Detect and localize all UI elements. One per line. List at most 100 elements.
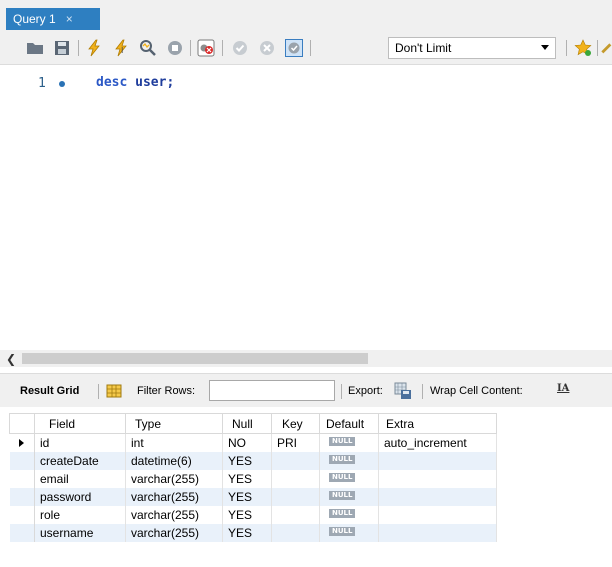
results-toolbar: Result Grid Filter Rows: Export: Wrap Ce… — [0, 373, 612, 407]
cell-null[interactable]: YES — [222, 505, 272, 524]
cell-field[interactable]: role — [34, 505, 126, 524]
cell-field[interactable]: createDate — [34, 451, 126, 470]
tab-strip: Query 1 × — [0, 0, 612, 30]
null-badge: NULL — [329, 472, 356, 482]
scrollbar-thumb[interactable] — [22, 353, 368, 364]
cell-type[interactable]: varchar(255) — [125, 523, 223, 542]
cell-extra[interactable] — [378, 451, 497, 470]
column-header-type[interactable]: Type — [125, 413, 223, 434]
cell-default[interactable]: NULL — [319, 469, 379, 488]
wrap-cell-label: Wrap Cell Content: — [430, 385, 523, 397]
cell-default[interactable]: NULL — [319, 505, 379, 524]
add-snippet-star-icon[interactable] — [573, 38, 593, 58]
cell-extra[interactable] — [378, 523, 497, 542]
table-row[interactable]: id int NO PRI NULL auto_increment — [9, 433, 497, 452]
column-header-key[interactable]: Key — [271, 413, 320, 434]
column-header-field[interactable]: Field — [34, 413, 126, 434]
row-selector[interactable] — [9, 523, 35, 542]
toolbar-separator — [341, 384, 342, 399]
autocommit-icon[interactable] — [284, 38, 304, 58]
sql-keyword: desc — [96, 75, 128, 90]
column-header-extra[interactable]: Extra — [378, 413, 497, 434]
cell-default[interactable]: NULL — [319, 523, 379, 542]
result-grid-tab[interactable]: Result Grid — [20, 385, 79, 397]
sql-code-line[interactable]: desc user; — [96, 75, 174, 90]
tab-close-icon[interactable]: × — [66, 12, 73, 26]
wrap-text-icon[interactable]: IA — [557, 383, 571, 399]
svg-text:I: I — [121, 46, 123, 55]
row-selector[interactable] — [9, 487, 35, 506]
export-icon[interactable] — [394, 382, 412, 400]
row-selector[interactable] — [9, 451, 35, 470]
sql-editor[interactable]: 1 desc user; — [0, 66, 612, 350]
cell-null[interactable]: YES — [222, 523, 272, 542]
cell-extra[interactable] — [378, 487, 497, 506]
cell-null[interactable]: NO — [222, 433, 272, 452]
row-selector[interactable] — [9, 433, 35, 452]
toolbar-separator — [597, 40, 598, 56]
cell-null[interactable]: YES — [222, 451, 272, 470]
toolbar-separator — [566, 40, 567, 56]
grid-view-icon[interactable] — [106, 384, 122, 398]
cell-default[interactable]: NULL — [319, 487, 379, 506]
null-badge: NULL — [329, 436, 356, 446]
column-header-default[interactable]: Default — [319, 413, 379, 434]
rollback-icon[interactable] — [257, 38, 277, 58]
column-header-null[interactable]: Null — [222, 413, 272, 434]
save-icon[interactable] — [52, 38, 72, 58]
stop-icon[interactable] — [165, 38, 185, 58]
cell-extra[interactable]: auto_increment — [378, 433, 497, 452]
row-selector-header[interactable] — [9, 413, 35, 434]
explain-icon[interactable] — [138, 38, 158, 58]
cell-type[interactable]: varchar(255) — [125, 505, 223, 524]
cell-field[interactable]: username — [34, 523, 126, 542]
editor-horizontal-scrollbar[interactable]: ❮ — [0, 350, 612, 367]
cell-key[interactable] — [271, 451, 320, 470]
grid-header-row: Field Type Null Key Default Extra — [9, 413, 497, 434]
limit-rows-select[interactable]: Don't Limit — [388, 37, 556, 59]
table-row[interactable]: createDate datetime(6) YES NULL — [9, 451, 497, 470]
cell-key[interactable] — [271, 505, 320, 524]
execute-icon[interactable] — [84, 38, 104, 58]
row-selector[interactable] — [9, 505, 35, 524]
table-row[interactable]: role varchar(255) YES NULL — [9, 505, 497, 524]
cell-type[interactable]: varchar(255) — [125, 469, 223, 488]
cell-key[interactable] — [271, 523, 320, 542]
cell-default[interactable]: NULL — [319, 451, 379, 470]
sql-editor-toolbar: I Don't Limit — [0, 30, 612, 65]
cell-field[interactable]: password — [34, 487, 126, 506]
cell-extra[interactable] — [378, 505, 497, 524]
table-row[interactable]: email varchar(255) YES NULL — [9, 469, 497, 488]
commit-icon[interactable] — [230, 38, 250, 58]
cell-field[interactable]: email — [34, 469, 126, 488]
toggle-error-icon[interactable] — [196, 38, 216, 58]
cell-key[interactable]: PRI — [271, 433, 320, 452]
toolbar-separator — [222, 40, 223, 56]
cell-type[interactable]: datetime(6) — [125, 451, 223, 470]
toolbar-separator — [98, 384, 99, 399]
cell-field[interactable]: id — [34, 433, 126, 452]
cell-type[interactable]: varchar(255) — [125, 487, 223, 506]
cell-default[interactable]: NULL — [319, 433, 379, 452]
cell-key[interactable] — [271, 469, 320, 488]
cell-null[interactable]: YES — [222, 487, 272, 506]
cell-key[interactable] — [271, 487, 320, 506]
cell-type[interactable]: int — [125, 433, 223, 452]
sql-identifier: user; — [135, 75, 175, 90]
filter-rows-label: Filter Rows: — [137, 385, 196, 397]
open-file-icon[interactable] — [25, 38, 45, 58]
tab-title: Query 1 — [13, 12, 56, 26]
row-selector[interactable] — [9, 469, 35, 488]
table-row[interactable]: username varchar(255) YES NULL — [9, 523, 497, 542]
cell-extra[interactable] — [378, 469, 497, 488]
filter-rows-input[interactable] — [209, 380, 335, 401]
beautify-icon[interactable] — [600, 38, 612, 58]
table-row[interactable]: password varchar(255) YES NULL — [9, 487, 497, 506]
toolbar-separator — [422, 384, 423, 399]
null-badge: NULL — [329, 508, 356, 518]
execute-current-icon[interactable]: I — [111, 38, 131, 58]
cell-null[interactable]: YES — [222, 469, 272, 488]
scroll-left-icon[interactable]: ❮ — [6, 352, 16, 366]
export-label: Export: — [348, 385, 383, 397]
tab-query-1[interactable]: Query 1 × — [6, 8, 100, 30]
